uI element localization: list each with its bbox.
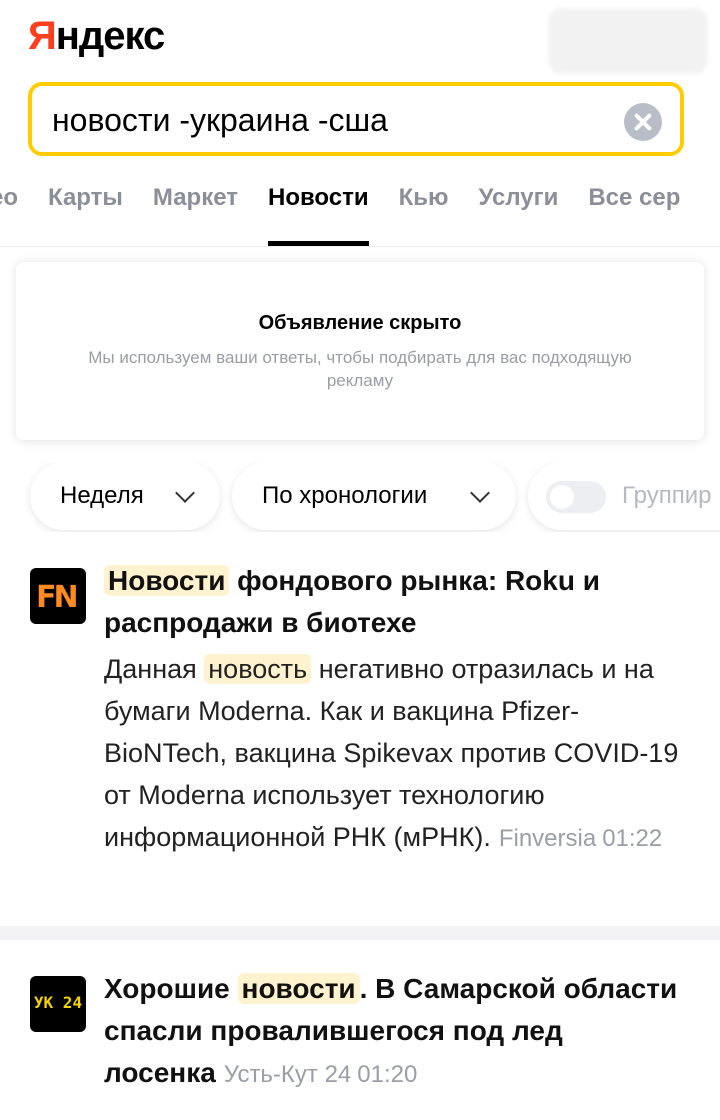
group-toggle-switch[interactable] xyxy=(546,481,606,513)
logo-rest: ндекс xyxy=(55,14,166,58)
tab-video[interactable]: ео xyxy=(0,184,18,236)
chevron-down-icon xyxy=(175,483,195,503)
ad-title: Объявление скрыто xyxy=(258,312,462,334)
tab-market[interactable]: Маркет xyxy=(153,184,238,236)
source-logo-text: FN xyxy=(36,580,79,615)
news-snippet: Данная новость негативно отразилась и на… xyxy=(104,648,694,860)
clear-search-button[interactable] xyxy=(624,103,662,141)
snippet-highlight: новость xyxy=(204,654,312,684)
news-time: 01:22 xyxy=(602,825,663,852)
news-source[interactable]: Finversia xyxy=(499,825,596,852)
news-item: FN Новости фондового рынка: Roku и распр… xyxy=(0,560,720,926)
source-logo-text: УК 24 xyxy=(33,993,83,1012)
news-title-link[interactable]: Новости фондового рынка: Roku и распрода… xyxy=(104,560,700,644)
tab-maps[interactable]: Карты xyxy=(48,184,123,236)
title-highlight: Новости xyxy=(104,565,230,596)
group-toggle-label: Группир xyxy=(622,482,712,509)
title-text: Хорошие xyxy=(104,973,238,1004)
ust-kut-24-logo-icon[interactable]: УК 24 xyxy=(30,976,86,1032)
period-filter[interactable]: Неделя xyxy=(30,462,220,530)
finversia-logo-icon[interactable]: FN xyxy=(30,568,86,624)
service-tabs: ео Карты Маркет Новости Кью Услуги Все сер xyxy=(0,174,720,247)
news-meta: Усть-Кут 24 01:20 xyxy=(224,1061,418,1088)
news-source[interactable]: Усть-Кут 24 xyxy=(224,1061,351,1088)
hidden-ad-card: Объявление скрыто Мы используем ваши отв… xyxy=(16,262,704,440)
news-item: УК 24 Хорошие новости. В Самарской облас… xyxy=(0,968,720,1120)
snippet-text: Данная xyxy=(104,654,205,684)
sort-filter-label: По хронологии xyxy=(262,482,428,509)
tab-all-services[interactable]: Все сер xyxy=(588,184,680,236)
group-toggle-chip[interactable]: Группир xyxy=(528,462,720,530)
user-avatar-area[interactable] xyxy=(548,8,708,74)
chevron-down-icon xyxy=(470,483,490,503)
logo-first-letter: Я xyxy=(28,14,57,58)
yandex-logo[interactable]: Яндекс xyxy=(28,14,166,59)
title-highlight: новости xyxy=(237,973,360,1004)
search-input[interactable] xyxy=(52,98,612,142)
sort-filter[interactable]: По хронологии xyxy=(232,462,516,530)
tab-q[interactable]: Кью xyxy=(399,184,449,236)
tabs-track: ео Карты Маркет Новости Кью Услуги Все сер xyxy=(0,184,710,246)
search-box xyxy=(28,82,684,156)
ad-description: Мы используем ваши ответы, чтобы подбира… xyxy=(88,348,632,390)
news-title-link[interactable]: Хорошие новости. В Самарской области спа… xyxy=(104,968,700,1096)
divider xyxy=(0,926,720,940)
filter-bar: Неделя По хронологии Группир xyxy=(0,462,720,532)
news-meta: Finversia 01:22 xyxy=(499,825,662,852)
period-filter-label: Неделя xyxy=(60,482,144,509)
news-time: 01:20 xyxy=(357,1061,418,1088)
tab-services[interactable]: Услуги xyxy=(479,184,559,236)
tab-news[interactable]: Новости xyxy=(268,184,369,246)
